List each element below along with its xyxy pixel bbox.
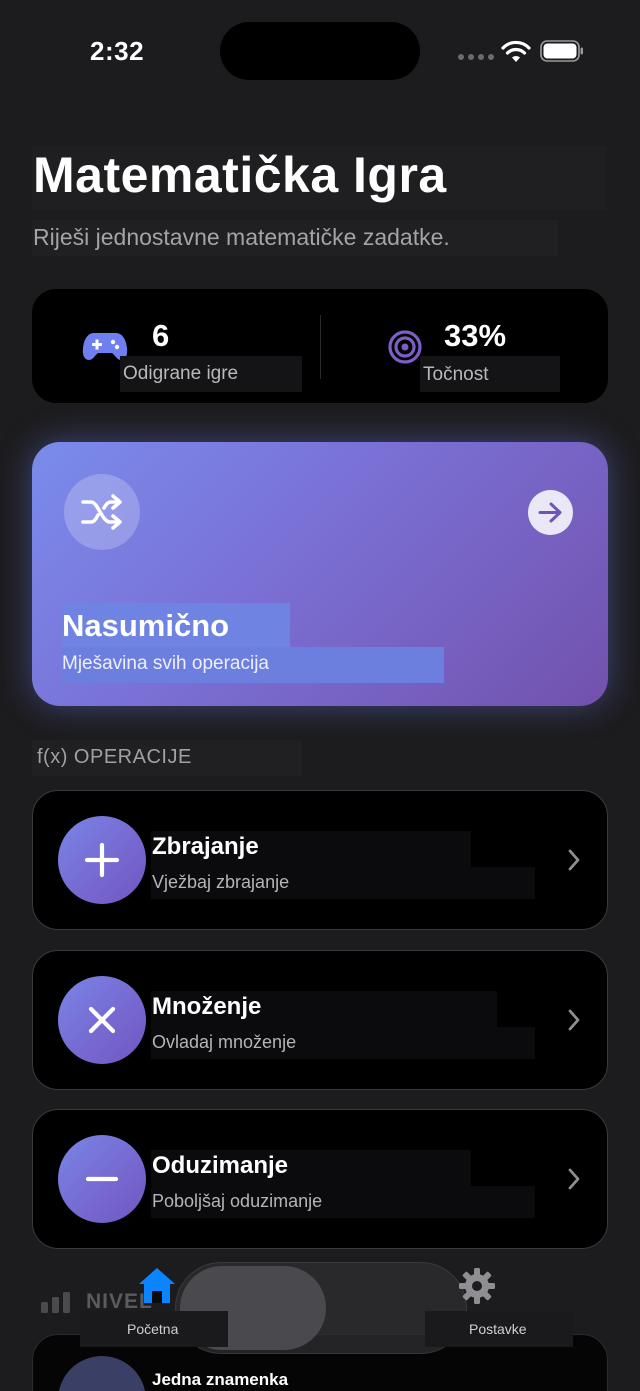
operation-subtitle: Ovladaj množenje <box>152 1032 297 1052</box>
multiply-icon <box>88 1006 116 1034</box>
accuracy-label: Točnost <box>423 364 489 385</box>
stats-divider <box>320 315 321 379</box>
home-icon[interactable] <box>136 1265 178 1305</box>
operation-row-multiplication[interactable]: Množenje Ovladaj množenje <box>32 950 608 1090</box>
target-icon <box>388 330 422 364</box>
shuffle-icon-badge <box>64 474 140 550</box>
chevron-right-icon <box>568 1009 580 1031</box>
accuracy-value: 33% <box>444 318 507 353</box>
operation-title: Zbrajanje <box>152 833 259 860</box>
tab-home-label[interactable]: Početna <box>127 1321 178 1337</box>
chevron-right-icon <box>568 1168 580 1190</box>
operation-badge <box>58 816 146 904</box>
random-card-title: Nasumično <box>62 608 230 643</box>
shuffle-icon <box>81 494 122 530</box>
wifi-icon <box>501 40 531 62</box>
operation-subtitle: Vježbaj zbrajanje <box>152 872 290 892</box>
operation-row-addition[interactable]: Zbrajanje Vježbaj zbrajanje <box>32 790 608 930</box>
operation-badge <box>58 1135 146 1223</box>
page-title: Matematička Igra <box>33 147 447 203</box>
operation-row-subtraction[interactable]: Oduzimanje Poboljšaj oduzimanje <box>32 1109 608 1249</box>
operation-subtitle: Poboljšaj oduzimanje <box>152 1191 323 1211</box>
operation-title: Oduzimanje <box>152 1152 289 1179</box>
status-time: 2:32 <box>90 36 145 66</box>
random-card-subtitle: Mješavina svih operacija <box>62 653 269 674</box>
cellular-signal-icon <box>458 54 494 60</box>
operations-section-title: f(x) OPERACIJE <box>37 746 192 768</box>
battery-icon <box>540 40 583 62</box>
arrow-right-icon <box>538 502 562 523</box>
dynamic-island <box>220 22 420 80</box>
tab-settings-label[interactable]: Postavke <box>469 1321 527 1337</box>
games-played-label: Odigrane igre <box>123 363 239 384</box>
games-played-value: 6 <box>152 318 170 353</box>
operation-badge <box>58 976 146 1064</box>
operation-title: Množenje <box>152 993 262 1020</box>
plus-icon <box>84 842 120 878</box>
gear-icon[interactable] <box>458 1267 496 1305</box>
page-subtitle: Riješi jednostavne matematičke zadatke. <box>33 224 450 250</box>
chevron-right-icon <box>568 849 580 871</box>
random-start-button[interactable] <box>528 490 573 535</box>
bar-chart-icon <box>41 1292 70 1313</box>
level-title: Jedna znamenka <box>152 1370 289 1389</box>
minus-icon <box>85 1176 119 1182</box>
status-bar: 2:32 <box>0 0 640 100</box>
